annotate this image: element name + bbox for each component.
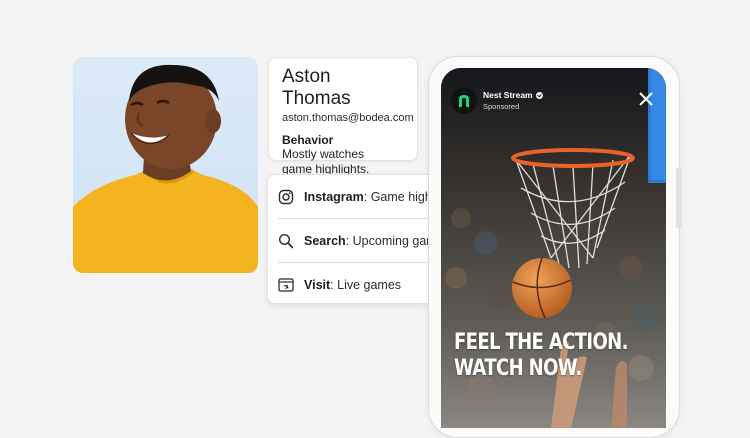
profile-email: aston.thomas@bodea.com	[282, 112, 414, 124]
ad-headline-line2: WATCH NOW.	[454, 356, 582, 381]
ad-brand-name: Nest Stream	[483, 90, 533, 100]
browser-visit-icon	[278, 277, 294, 292]
activity-channel-label: Search	[304, 233, 346, 248]
activity-channel-label: Visit	[304, 277, 331, 292]
close-icon[interactable]	[637, 90, 655, 108]
profile-name: Aston Thomas	[282, 66, 351, 109]
ad-headline: FEEL THE ACTION. WATCH NOW.	[454, 330, 628, 382]
profile-photo	[73, 57, 258, 273]
search-icon	[278, 233, 294, 248]
person-illustration	[73, 64, 258, 273]
profile-card: Aston Thomas aston.thomas@bodea.com Beha…	[268, 57, 418, 176]
activity-detail-label: : Live games	[330, 277, 402, 292]
brand-logo-icon	[451, 88, 477, 114]
instagram-icon	[278, 189, 294, 204]
activity-channel-label: Instagram	[304, 189, 364, 204]
verified-badge-icon	[535, 92, 543, 99]
behavior-heading: Behavior	[282, 133, 334, 147]
ad-screen[interactable]: Nest Stream Sponsored FEEL THE ACTION. W…	[441, 68, 666, 428]
ad-headline-line1: FEEL THE ACTION.	[454, 330, 628, 355]
phone-side-button	[676, 168, 682, 228]
behavior-text-line1: Mostly watches	[282, 147, 365, 161]
ad-sponsored-label: Sponsored	[483, 102, 520, 111]
ad-header: Nest Stream Sponsored	[451, 88, 543, 114]
